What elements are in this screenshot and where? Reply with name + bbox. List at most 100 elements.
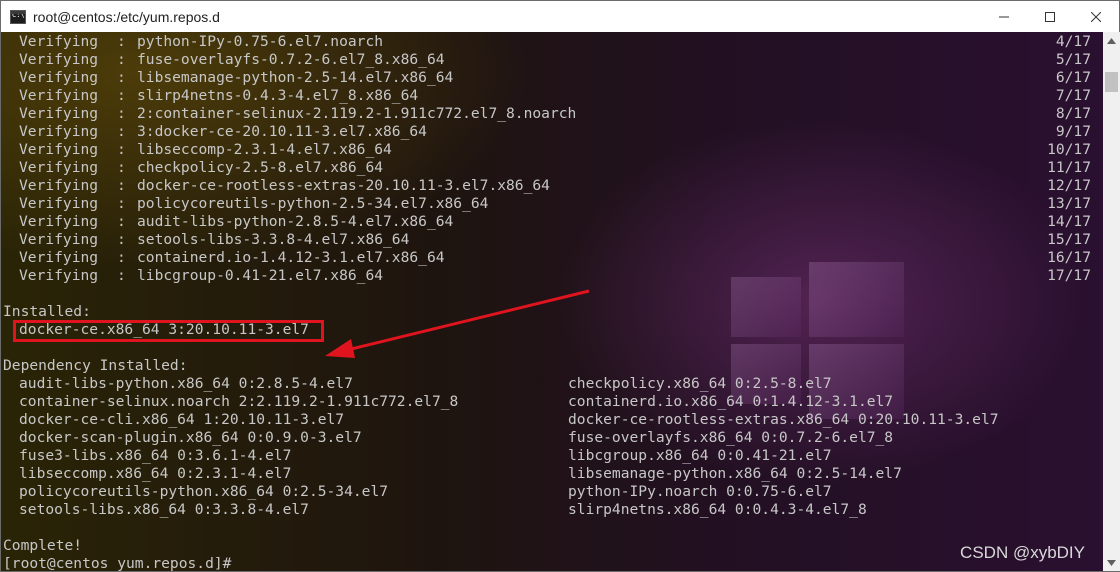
verify-package: setools-libs-3.3.8-4.el7.x86_64 bbox=[137, 231, 410, 248]
verify-package: slirp4netns-0.4.3-4.el7_8.x86_64 bbox=[137, 87, 419, 104]
verify-line: Verifying: slirp4netns-0.4.3-4.el7_8.x86_… bbox=[3, 87, 1091, 105]
verify-label: Verifying bbox=[19, 87, 99, 104]
scroll-up-arrow-icon[interactable] bbox=[1103, 32, 1120, 49]
dependency-line: container-selinux.noarch 2:2.119.2-1.911… bbox=[3, 393, 893, 411]
close-button[interactable] bbox=[1073, 1, 1119, 32]
separator: : bbox=[117, 51, 126, 68]
verify-package: policycoreutils-python-2.5-34.el7.x86_64 bbox=[137, 195, 489, 212]
verify-count: 13/17 bbox=[1047, 195, 1091, 212]
dependency-package: libsemanage-python.x86_64 0:2.5-14.el7 bbox=[568, 465, 902, 482]
verify-label: Verifying bbox=[19, 51, 99, 68]
dependency-package: docker-ce-cli.x86_64 1:20.10.11-3.el7 bbox=[19, 411, 345, 428]
verify-line: Verifying: fuse-overlayfs-0.7.2-6.el7_8.x… bbox=[3, 51, 1091, 69]
dependency-line: docker-ce-cli.x86_64 1:20.10.11-3.el7 doc… bbox=[3, 411, 999, 429]
dependency-package: container-selinux.noarch 2:2.119.2-1.911… bbox=[19, 393, 459, 410]
verify-line: Verifying: checkpolicy-2.5-8.el7.x86_64 11… bbox=[3, 159, 1091, 177]
installed-heading-line: Installed: bbox=[3, 303, 231, 321]
verify-package: containerd.io-1.4.12-3.1.el7.x86_64 bbox=[137, 249, 445, 266]
dependency-line: policycoreutils-python.x86_64 0:2.5-34.e… bbox=[3, 483, 832, 501]
verify-count: 12/17 bbox=[1047, 177, 1091, 194]
separator: : bbox=[117, 123, 126, 140]
terminal-window: root@centos:/etc/yum.repos.d Verifying: p… bbox=[0, 0, 1120, 572]
verify-label: Verifying bbox=[19, 69, 99, 86]
verify-label: Verifying bbox=[19, 33, 99, 50]
highlight-box bbox=[13, 320, 324, 342]
verify-line: Verifying: setools-libs-3.3.8-4.el7.x86_6… bbox=[3, 231, 1091, 249]
dependency-package: setools-libs.x86_64 0:3.3.8-4.el7 bbox=[19, 501, 309, 518]
scroll-down-arrow-icon[interactable] bbox=[1103, 554, 1120, 571]
verify-count: 10/17 bbox=[1047, 141, 1091, 158]
maximize-button[interactable] bbox=[1027, 1, 1073, 32]
separator: : bbox=[117, 159, 126, 176]
verify-line: Verifying: libcgroup-0.41-21.el7.x86_64 17… bbox=[3, 267, 1091, 285]
verify-line: Verifying: audit-libs-python-2.8.5-4.el7.… bbox=[3, 213, 1091, 231]
verify-label: Verifying bbox=[19, 105, 99, 122]
terminal-lines: Verifying: python-IPy-0.75-6.el7.noarch 4/… bbox=[3, 33, 1091, 571]
verify-line: Verifying: python-IPy-0.75-6.el7.noarch 4/… bbox=[3, 33, 1091, 51]
separator: : bbox=[117, 69, 126, 86]
verify-count: 6/17 bbox=[1055, 69, 1091, 86]
verify-line: Verifying: containerd.io-1.4.12-3.1.el7.x… bbox=[3, 249, 1091, 267]
dependency-package: libcgroup.x86_64 0:0.41-21.el7 bbox=[568, 447, 832, 464]
verify-line: Verifying:2:container-selinux-2.119.2-1.… bbox=[3, 105, 1091, 123]
verify-label: Verifying bbox=[19, 195, 99, 212]
dependency-line: libseccomp.x86_64 0:2.3.1-4.el7 libsemana… bbox=[3, 465, 902, 483]
installed-heading: Installed: bbox=[3, 303, 91, 320]
dependency-line: docker-scan-plugin.x86_64 0:0.9.0-3.el7 f… bbox=[3, 429, 893, 447]
shell-prompt: [root@centos yum.repos.d]# bbox=[3, 555, 232, 571]
verify-count: 15/17 bbox=[1047, 231, 1091, 248]
verify-package: checkpolicy-2.5-8.el7.x86_64 bbox=[137, 159, 384, 176]
verify-label: Verifying bbox=[19, 213, 99, 230]
separator: : bbox=[117, 267, 126, 284]
verify-package: 2:container-selinux-2.119.2-1.911c772.el… bbox=[137, 105, 577, 122]
dependency-package: checkpolicy.x86_64 0:2.5-8.el7 bbox=[568, 375, 832, 392]
watermark: CSDN @xybDIY bbox=[960, 543, 1085, 562]
verify-package: libcgroup-0.41-21.el7.x86_64 bbox=[137, 267, 384, 284]
verify-count: 5/17 bbox=[1055, 51, 1091, 68]
complete-message: Complete! bbox=[3, 537, 83, 554]
verify-count: 14/17 bbox=[1047, 213, 1091, 230]
verify-count: 11/17 bbox=[1047, 159, 1091, 176]
verify-label: Verifying bbox=[19, 159, 99, 176]
verify-package: libsemanage-python-2.5-14.el7.x86_64 bbox=[137, 69, 454, 86]
scrollbar-thumb[interactable] bbox=[1105, 72, 1118, 92]
verify-line: Verifying: libseccomp-2.3.1-4.el7.x86_64 1… bbox=[3, 141, 1091, 159]
separator: : bbox=[117, 249, 126, 266]
prompt-line: [root@centos yum.repos.d]# bbox=[3, 555, 231, 571]
separator: : bbox=[117, 105, 126, 122]
separator: : bbox=[117, 141, 126, 158]
verify-package: audit-libs-python-2.8.5-4.el7.x86_64 bbox=[137, 213, 454, 230]
verify-label: Verifying bbox=[19, 123, 99, 140]
verify-package: 3:docker-ce-20.10.11-3.el7.x86_64 bbox=[137, 123, 427, 140]
terminal-output[interactable]: Verifying: python-IPy-0.75-6.el7.noarch 4/… bbox=[1, 32, 1103, 571]
dependency-package: fuse3-libs.x86_64 0:3.6.1-4.el7 bbox=[19, 447, 292, 464]
verify-label: Verifying bbox=[19, 267, 99, 284]
dependency-package: fuse-overlayfs.x86_64 0:0.7.2-6.el7_8 bbox=[568, 429, 894, 446]
verify-count: 8/17 bbox=[1055, 105, 1091, 122]
verify-label: Verifying bbox=[19, 249, 99, 266]
dependency-package: libseccomp.x86_64 0:2.3.1-4.el7 bbox=[19, 465, 292, 482]
verify-package: libseccomp-2.3.1-4.el7.x86_64 bbox=[137, 141, 392, 158]
separator: : bbox=[117, 177, 126, 194]
dependency-package: python-IPy.noarch 0:0.75-6.el7 bbox=[568, 483, 832, 500]
title-bar[interactable]: root@centos:/etc/yum.repos.d bbox=[1, 1, 1119, 32]
dependency-package: docker-scan-plugin.x86_64 0:0.9.0-3.el7 bbox=[19, 429, 362, 446]
verify-line: Verifying: libsemanage-python-2.5-14.el7.… bbox=[3, 69, 1091, 87]
minimize-button[interactable] bbox=[981, 1, 1027, 32]
verify-package: docker-ce-rootless-extras-20.10.11-3.el7… bbox=[137, 177, 550, 194]
verify-line: Verifying: policycoreutils-python-2.5-34.… bbox=[3, 195, 1091, 213]
separator: : bbox=[117, 231, 126, 248]
vertical-scrollbar[interactable] bbox=[1103, 32, 1120, 571]
verify-count: 16/17 bbox=[1047, 249, 1091, 266]
dependency-package: docker-ce-rootless-extras.x86_64 0:20.10… bbox=[568, 411, 999, 428]
verify-line: Verifying: docker-ce-rootless-extras-20.1… bbox=[3, 177, 1091, 195]
dependency-package: policycoreutils-python.x86_64 0:2.5-34.e… bbox=[19, 483, 389, 500]
separator: : bbox=[117, 33, 126, 50]
verify-count: 17/17 bbox=[1047, 267, 1091, 284]
console-app-icon bbox=[10, 9, 26, 24]
dependency-heading-line: Dependency Installed: bbox=[3, 357, 231, 375]
separator: : bbox=[117, 87, 126, 104]
verify-line: Verifying:3:docker-ce-20.10.11-3.el7.x86… bbox=[3, 123, 1091, 141]
dependency-heading: Dependency Installed: bbox=[3, 357, 188, 374]
